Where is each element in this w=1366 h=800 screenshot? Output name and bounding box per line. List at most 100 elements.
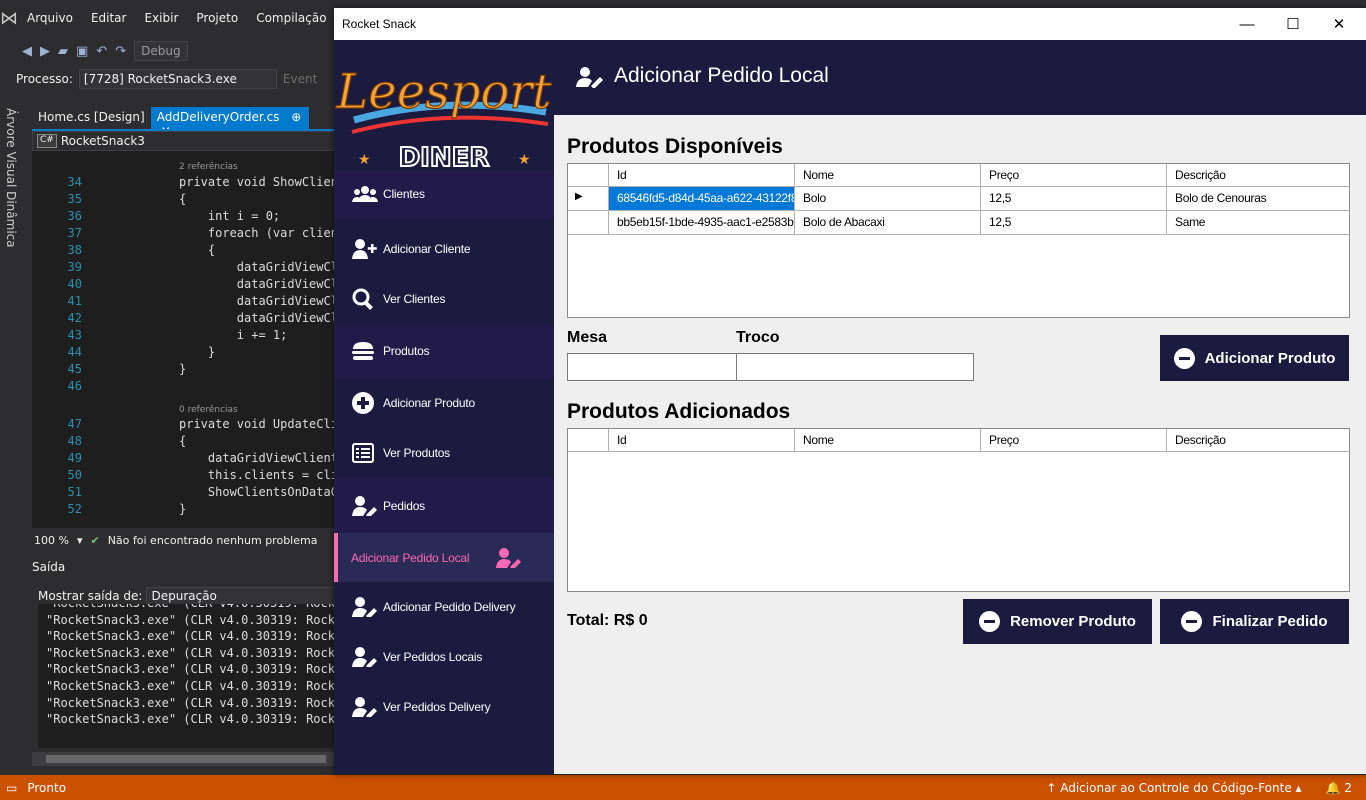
sidebar-item-label: Adicionar Pedido Local (351, 550, 470, 565)
vs-menu-compilacao[interactable]: Compilação (247, 11, 335, 25)
code-line[interactable]: 42 dataGridViewCl (32, 311, 335, 328)
sidebar-item-label: Adicionar Pedido Delivery (383, 600, 516, 614)
horizontal-scrollbar[interactable] (32, 752, 335, 766)
line-number: 43 (67, 328, 82, 342)
tab-add-delivery-order[interactable]: AddDeliveryOrder.cs ⊕ ✕ (150, 107, 309, 138)
add-product-button[interactable]: Adicionar Produto (1160, 335, 1349, 381)
sidebar-item-clientes[interactable]: Clientes (334, 170, 554, 218)
code-line[interactable]: 37 foreach (var clien (32, 226, 335, 243)
code-line[interactable]: 44 } (32, 345, 335, 362)
troco-input[interactable] (736, 353, 974, 381)
minimize-button[interactable]: — (1224, 8, 1270, 40)
arrow-up-icon: ↑ (1046, 780, 1057, 795)
output-line: "RocketSnack3.exe" (CLR v4.0.30319: Rock… (46, 612, 335, 627)
table-row[interactable]: bb5eb15f-1bde-4935-aac1-e2583b... Bolo d… (568, 211, 1349, 235)
code-line[interactable]: 49 dataGridViewClient (32, 451, 335, 468)
redo-icon[interactable]: ↷ (115, 44, 126, 59)
output-source-select[interactable]: Depuração (146, 587, 347, 605)
sidebar-item-pedidos[interactable]: Pedidos (334, 478, 554, 533)
breadcrumb[interactable]: C# RocketSnack3 (32, 131, 335, 151)
sidebar-item-label: Ver Pedidos Locais (383, 650, 483, 664)
vs-menu-arquivo[interactable]: Arquivo (18, 11, 82, 25)
table-cell[interactable]: Bolo de Abacaxi (795, 211, 981, 235)
sidebar-item-ver-pedidos-locais[interactable]: Ver Pedidos Locais (334, 632, 554, 682)
maximize-button[interactable]: ☐ (1270, 8, 1316, 40)
available-products-title: Produtos Disponíveis (567, 135, 783, 158)
available-products-grid[interactable]: Id Nome Preço Descrição ▶ 68546fd5-d84d-… (567, 163, 1350, 318)
process-select[interactable]: [7728] RocketSnack3.exe (78, 69, 277, 89)
close-button[interactable]: ✕ (1316, 8, 1362, 40)
code-line[interactable]: 36 int i = 0; (32, 209, 335, 226)
column-header-nome[interactable]: Nome (795, 429, 981, 452)
row-header[interactable] (568, 211, 609, 235)
table-cell[interactable]: Same (1167, 211, 1349, 235)
column-header-preco[interactable]: Preço (981, 164, 1167, 187)
code-line[interactable]: 34 private void ShowClien (32, 175, 335, 192)
added-products-grid[interactable]: Id Nome Preço Descrição (567, 428, 1350, 592)
chevron-down-icon[interactable]: ▾ (77, 534, 83, 547)
code-line[interactable]: 45} (32, 362, 335, 379)
column-header-id[interactable]: Id (609, 429, 795, 452)
code-line[interactable]: 43 i += 1; (32, 328, 335, 345)
table-cell[interactable]: bb5eb15f-1bde-4935-aac1-e2583b... (609, 211, 795, 235)
row-header-corner (568, 164, 609, 187)
code-line[interactable]: 50 this.clients = cli (32, 468, 335, 485)
sidebar-item-adicionar-pedido-local[interactable]: Adicionar Pedido Local (334, 533, 554, 582)
remove-product-button[interactable]: Remover Produto (963, 599, 1152, 644)
code-text: i += 1; (179, 328, 288, 342)
output-line: "RocketSnack3.exe" (CLR v4.0.30319: Rock… (46, 645, 335, 660)
code-line[interactable]: 39 dataGridViewCl (32, 260, 335, 277)
code-line[interactable]: 48 { (32, 434, 335, 451)
zoom-level[interactable]: 100 % (34, 534, 69, 547)
code-text: private void ShowClien (179, 175, 335, 189)
vs-menu-editar[interactable]: Editar (82, 11, 136, 25)
tab-home-design[interactable]: Home.cs [Design] (32, 107, 151, 129)
code-line[interactable]: 38 { (32, 243, 335, 260)
vs-menu-exibir[interactable]: Exibir (135, 11, 187, 25)
table-cell[interactable]: Bolo (795, 187, 981, 211)
table-cell[interactable]: 68546fd5-d84d-45aa-a622-43122f8... (609, 187, 795, 211)
code-line[interactable]: 40 dataGridViewCl (32, 277, 335, 294)
code-lens-refs[interactable]: 2 referências (179, 162, 238, 172)
code-line[interactable]: 51 ShowClientsOnDataG (32, 485, 335, 502)
undo-icon[interactable]: ↶ (96, 44, 107, 59)
save-icon[interactable]: ▣ (76, 44, 88, 59)
pin-icon[interactable]: ⊕ (291, 110, 301, 124)
output-log[interactable]: "RocketSnack3.exe" (CLR v4.0.30319: Rock… (38, 604, 335, 748)
code-line[interactable]: 52} (32, 502, 335, 519)
sidebar-item-produtos[interactable]: Produtos (334, 324, 554, 378)
sidebar-item-adicionar-produto[interactable]: Adicionar Produto (334, 378, 554, 428)
column-header-descricao[interactable]: Descrição (1167, 164, 1349, 187)
code-line[interactable]: 41 dataGridViewCl (32, 294, 335, 311)
sidebar-item-adicionar-cliente[interactable]: Adicionar Cliente (334, 224, 554, 274)
column-header-descricao[interactable]: Descrição (1167, 429, 1349, 452)
code-lens-refs[interactable]: 0 referências (179, 405, 238, 415)
column-header-id[interactable]: Id (609, 164, 795, 187)
forward-icon[interactable]: ▶ (40, 44, 50, 59)
sidebar-item-adicionar-pedido-delivery[interactable]: Adicionar Pedido Delivery (334, 582, 554, 632)
table-cell[interactable]: 12,5 (981, 211, 1167, 235)
code-line[interactable]: 47 private void UpdateCli (32, 417, 335, 434)
column-header-nome[interactable]: Nome (795, 164, 981, 187)
sidebar-item-ver-clientes[interactable]: Ver Clientes (334, 274, 554, 324)
code-line[interactable]: 46 (32, 379, 335, 396)
row-header[interactable]: ▶ (568, 187, 609, 211)
scrollbar-thumb[interactable] (46, 755, 326, 763)
mesa-input[interactable] (567, 353, 737, 381)
table-cell[interactable]: 12,5 (981, 187, 1167, 211)
code-line[interactable]: 35 { (32, 192, 335, 209)
open-folder-icon[interactable]: ▰ (58, 44, 68, 59)
vs-menu-projeto[interactable]: Projeto (187, 11, 247, 25)
table-row[interactable]: ▶ 68546fd5-d84d-45aa-a622-43122f8... Bol… (568, 187, 1349, 211)
sidebar-item-ver-produtos[interactable]: Ver Produtos (334, 428, 554, 478)
source-control-button[interactable]: ↑ Adicionar ao Controle do Código-Fonte … (1046, 781, 1301, 795)
sidebar-item-ver-pedidos-delivery[interactable]: Ver Pedidos Delivery (334, 682, 554, 732)
live-visual-tree-tab[interactable]: Árvore Visual Dinâmica (4, 108, 18, 248)
table-cell[interactable]: Bolo de Cenouras (1167, 187, 1349, 211)
config-select[interactable]: Debug (134, 41, 188, 61)
code-editor[interactable]: 2 referências 0 referências 34 private vo… (32, 151, 335, 528)
column-header-preco[interactable]: Preço (981, 429, 1167, 452)
finish-order-button[interactable]: Finalizar Pedido (1160, 599, 1349, 644)
notifications-button[interactable]: 🔔 2 (1326, 781, 1352, 795)
back-icon[interactable]: ◀ (22, 44, 32, 59)
